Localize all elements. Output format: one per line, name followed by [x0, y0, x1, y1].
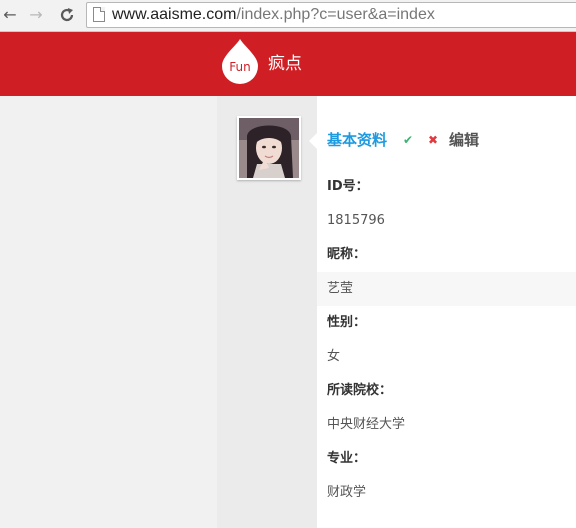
field-label-row: 所读院校： — [317, 374, 576, 408]
reload-icon[interactable] — [57, 5, 77, 25]
browser-toolbar: ← → www.aaisme.com/index.php?c=user&a=in… — [0, 0, 576, 32]
check-icon[interactable]: ✔ — [403, 130, 413, 150]
field-value-major: 财政学 — [327, 485, 367, 500]
field-label-row: ID号： — [317, 170, 576, 204]
tab-basic-info[interactable]: 基本资料 — [327, 128, 387, 152]
address-bar[interactable]: www.aaisme.com/index.php?c=user&a=index — [86, 2, 576, 28]
close-icon[interactable]: ✖ — [428, 130, 438, 150]
left-sidebar — [0, 96, 217, 528]
field-label-row: 性别： — [317, 306, 576, 340]
field-value-row: 艺莹 — [317, 272, 576, 306]
avatar[interactable] — [237, 116, 301, 180]
field-label-gender: 性别： — [327, 315, 367, 330]
page-icon — [93, 7, 105, 22]
field-value-id: 1815796 — [327, 213, 385, 228]
brand-name[interactable]: 疯点 — [268, 52, 302, 76]
profile-panel: 基本资料 ✔ ✖ 编辑 ID号： 1815796 昵称： 艺莹 性别： 女 所读… — [309, 116, 576, 528]
forward-arrow-icon[interactable]: → — [26, 5, 46, 25]
url-text[interactable]: www.aaisme.com/index.php?c=user&a=index — [112, 4, 435, 26]
field-value-school: 中央财经大学 — [327, 417, 406, 432]
field-value-row: 中央财经大学 — [317, 408, 576, 442]
field-value-gender: 女 — [327, 349, 341, 364]
panel-pointer — [309, 133, 317, 149]
avatar-image — [239, 118, 299, 178]
field-value-row: 1815796 — [317, 204, 576, 238]
logo-icon[interactable]: Fun — [220, 38, 260, 84]
field-label-nickname: 昵称： — [327, 247, 367, 262]
field-value-row: 女 — [317, 340, 576, 374]
tab-edit[interactable]: 编辑 — [449, 128, 479, 152]
field-value-nickname: 艺莹 — [327, 281, 354, 296]
field-value-row: 财政学 — [317, 476, 576, 510]
site-header: Fun 疯点 — [0, 32, 576, 96]
field-label-row: 专业： — [317, 442, 576, 476]
field-label-row: 昵称： — [317, 238, 576, 272]
field-label-major: 专业： — [327, 451, 367, 466]
field-label-school: 所读院校： — [327, 383, 393, 398]
back-arrow-icon[interactable]: ← — [0, 5, 20, 25]
url-path: /index.php?c=user&a=index — [236, 6, 435, 23]
logo-text: Fun — [229, 60, 250, 74]
url-host: www.aaisme.com — [112, 6, 237, 23]
field-label-id: ID号： — [327, 179, 369, 194]
